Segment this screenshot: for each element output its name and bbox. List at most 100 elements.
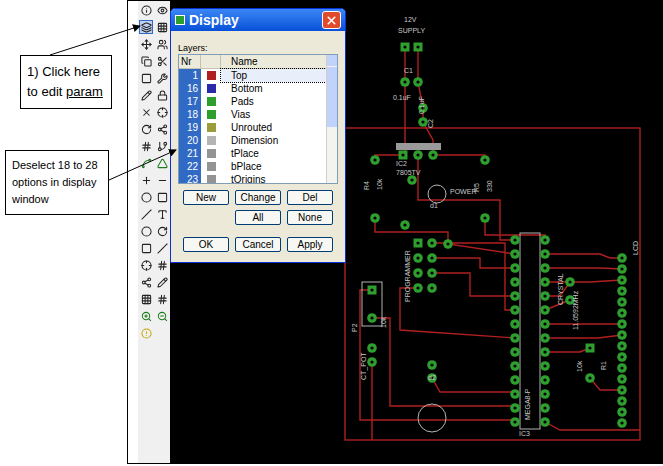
layer-name: tPlace <box>221 147 326 160</box>
tool-button[interactable] <box>139 190 153 204</box>
layer-row[interactable]: 19Unrouted <box>179 121 326 134</box>
tool-button[interactable] <box>139 258 153 272</box>
tool-button[interactable] <box>139 292 153 306</box>
pad <box>510 361 520 371</box>
tool-button[interactable] <box>155 20 169 34</box>
pad <box>414 43 423 52</box>
tool-button[interactable] <box>155 3 169 17</box>
button-row: OK Cancel Apply <box>178 237 338 252</box>
tool-button[interactable] <box>155 105 169 119</box>
dialog-button[interactable]: All <box>235 210 281 225</box>
layer-row[interactable]: 21tPlace <box>179 147 326 160</box>
pad <box>510 277 520 287</box>
tool-button[interactable] <box>155 258 169 272</box>
tool-icon <box>157 124 168 135</box>
tool-button[interactable] <box>139 139 153 153</box>
tool-button[interactable] <box>139 37 153 51</box>
close-button[interactable] <box>322 11 341 29</box>
pcb-label: 11.0592MHz <box>572 290 579 330</box>
dialog-titlebar[interactable]: Display <box>171 9 345 31</box>
tool-button[interactable] <box>139 173 153 187</box>
column-header[interactable]: Nr <box>179 55 201 68</box>
tool-icon <box>141 56 152 67</box>
layer-color-swatch <box>207 136 216 145</box>
tool-icon <box>141 73 152 84</box>
pad <box>540 333 550 343</box>
layer-number: 23 <box>179 173 201 184</box>
tool-button[interactable] <box>139 207 153 221</box>
layer-row[interactable]: 1Top <box>179 69 326 82</box>
tool-button[interactable] <box>155 156 169 170</box>
arrow-icon <box>50 26 140 55</box>
dialog-button[interactable]: New <box>183 190 229 205</box>
tool-button[interactable] <box>139 224 153 238</box>
tool-button[interactable] <box>139 88 153 102</box>
toolbar-row <box>138 54 170 69</box>
pad <box>617 308 627 318</box>
tool-button[interactable] <box>155 190 169 204</box>
dialog-button[interactable]: None <box>287 210 333 225</box>
pad <box>407 175 417 185</box>
dialog-button[interactable]: OK <box>183 237 229 252</box>
pcb-label: CRYSTAL <box>557 273 564 305</box>
tool-button[interactable] <box>155 309 169 323</box>
tool-button[interactable] <box>139 326 153 340</box>
tool-button[interactable] <box>155 88 169 102</box>
layer-row[interactable]: 23 tOrigins <box>179 173 326 184</box>
dialog-title: Display <box>189 10 318 31</box>
tool-button[interactable] <box>155 71 169 85</box>
pcb-label: IC2 <box>396 160 407 167</box>
layer-row[interactable]: 17Pads <box>179 95 326 108</box>
tool-button[interactable] <box>155 292 169 306</box>
dialog-button[interactable]: Cancel <box>235 237 281 252</box>
pad <box>540 277 550 287</box>
tool-button[interactable] <box>139 156 153 170</box>
layer-row[interactable]: 18Vias <box>179 108 326 121</box>
tool-button[interactable] <box>139 122 153 136</box>
tool-button[interactable] <box>155 275 169 289</box>
layer-list[interactable]: Nr Name1Top16Bottom17Pads18Vias19Unrouted… <box>178 54 338 184</box>
tool-button[interactable] <box>139 241 153 255</box>
tool-button[interactable] <box>139 71 153 85</box>
tool-button[interactable] <box>155 139 169 153</box>
layer-color-swatch <box>207 97 216 106</box>
toolbar-row <box>138 71 170 86</box>
column-header[interactable]: Name <box>221 55 326 68</box>
tool-icon <box>141 277 152 288</box>
tool-button[interactable] <box>139 54 153 68</box>
tool-icon <box>157 311 168 322</box>
tool-button[interactable] <box>155 173 169 187</box>
layer-row[interactable]: 20Dimension <box>179 134 326 147</box>
layer-row[interactable]: 22bPlace <box>179 160 326 173</box>
tool-button[interactable] <box>139 309 153 323</box>
tool-icon <box>141 226 152 237</box>
layer-row[interactable]: 16Bottom <box>179 82 326 95</box>
scroll-thumb[interactable] <box>327 67 337 127</box>
tool-icon <box>141 192 152 203</box>
buzzer-outline <box>418 404 446 432</box>
dialog-button[interactable]: Apply <box>287 237 333 252</box>
tool-button[interactable] <box>155 122 169 136</box>
app-icon <box>175 15 185 25</box>
dialog-body: Layers:NrName1Top16Bottom17Pads18Vias19U… <box>171 31 345 252</box>
tool-icon <box>141 175 152 186</box>
tool-icon <box>157 73 168 84</box>
toolbar-row <box>138 241 170 256</box>
tool-button[interactable] <box>155 37 169 51</box>
tool-button[interactable] <box>139 105 153 119</box>
tool-button[interactable] <box>155 224 169 238</box>
pad <box>427 373 437 383</box>
pad <box>480 155 490 165</box>
scrollbar[interactable] <box>326 55 337 183</box>
tool-button[interactable] <box>139 20 153 34</box>
dialog-button[interactable]: Del <box>287 190 333 205</box>
tool-button[interactable] <box>155 241 169 255</box>
toolbar <box>138 1 170 463</box>
tool-button[interactable] <box>155 54 169 68</box>
toolbar-row <box>138 139 170 154</box>
tool-button[interactable] <box>155 207 169 221</box>
tool-button[interactable] <box>139 275 153 289</box>
layer-name: tOrigins <box>221 173 326 184</box>
dialog-button[interactable]: Change <box>235 190 281 205</box>
tool-button[interactable] <box>139 3 153 17</box>
